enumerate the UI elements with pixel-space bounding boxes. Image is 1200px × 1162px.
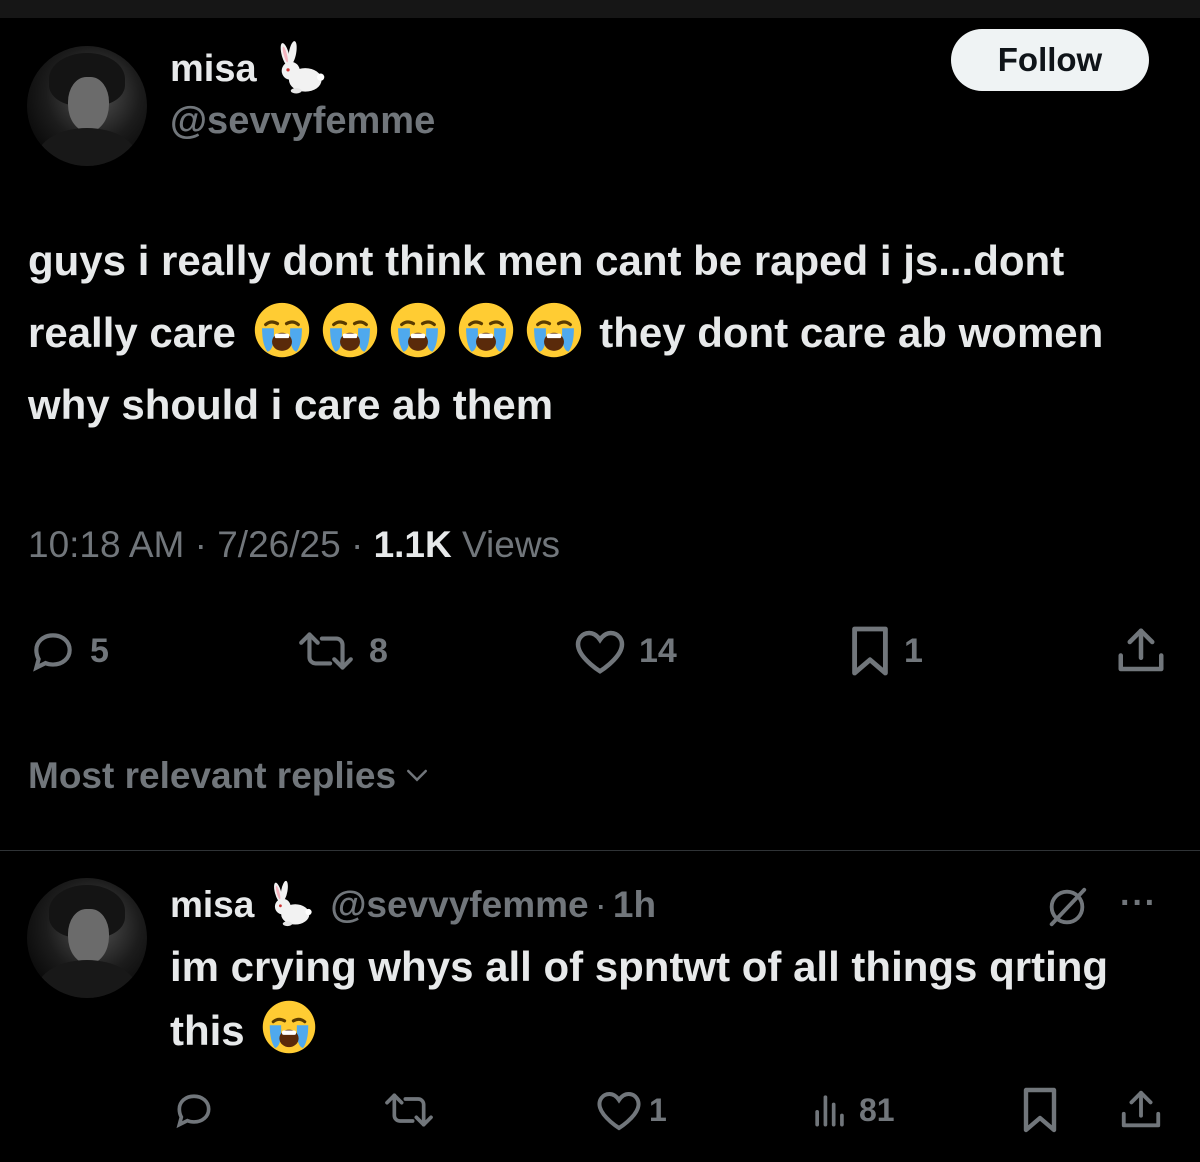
share-icon [1121,1090,1161,1128]
heart-icon [575,630,625,674]
views-icon [815,1095,844,1127]
repost-icon [299,632,353,670]
repost-icon [385,1093,433,1127]
rabbit-emoji-icon [269,40,327,98]
follow-button[interactable]: Follow [951,29,1149,91]
loudly-crying-face-icon [389,301,447,359]
loudly-crying-face-icon [253,301,311,359]
reply-sort-selector[interactable]: Most relevant replies [28,755,434,797]
post-time[interactable]: 10:18 AM [28,524,184,565]
reply-reply-button[interactable] [172,1088,216,1132]
like-count: 14 [639,631,677,670]
loudly-crying-face-icon [261,999,317,1055]
reply-views-button[interactable]: 81 [805,1088,895,1132]
bookmark-icon [1023,1087,1057,1133]
more-options-button[interactable]: ··· [1120,884,1157,923]
reply-button[interactable]: 5 [28,626,109,676]
reply-like-button[interactable]: 1 [595,1088,667,1132]
meta-separator: · [350,524,364,565]
post-meta: 10:18 AM · 7/26/25 · 1.1K Views [28,524,560,566]
reply-count: 5 [90,631,109,670]
share-button[interactable] [1114,623,1168,679]
reply-separator: · [594,884,607,925]
reply-views-count: 81 [859,1091,895,1128]
loudly-crying-face-icon [525,301,583,359]
share-icon [1118,628,1164,672]
reply-author-avatar[interactable] [27,878,147,998]
reply-repost-button[interactable] [381,1088,437,1132]
repost-button[interactable]: 8 [295,626,388,676]
crying-emoji-row [248,309,588,356]
loudly-crying-face-icon [457,301,515,359]
reply-icon [176,1094,211,1129]
author-display-name: misa [170,47,257,90]
reply-bookmark-button[interactable] [1020,1086,1060,1134]
divider [0,850,1200,851]
heart-icon [597,1091,641,1131]
reply-like-count: 1 [649,1091,667,1128]
author-handle[interactable]: @sevvyfemme [170,100,435,143]
loudly-crying-face-icon [321,301,379,359]
reply-share-button[interactable] [1118,1086,1164,1134]
bookmark-count: 1 [904,631,923,670]
repost-count: 8 [369,631,388,670]
bookmark-icon [852,626,888,676]
bookmark-button[interactable]: 1 [848,624,923,678]
reply-sort-label: Most relevant replies [28,755,397,796]
author-avatar[interactable] [27,46,147,166]
reply-text: im crying whys all of spntwt of all thin… [170,935,1150,1063]
post-text: guys i really dont think men cant be rap… [28,225,1178,441]
chevron-down-icon [407,769,428,782]
author-name-row[interactable]: misa [170,40,327,98]
rabbit-emoji-icon [264,880,314,930]
reply-author-handle[interactable]: @sevvyfemme [330,884,588,926]
meta-separator: · [194,524,207,565]
like-button[interactable]: 14 [573,626,677,676]
reply-icon [33,633,72,672]
post-date[interactable]: 7/26/25 [217,524,340,565]
reply-author-name[interactable]: misa [170,884,254,926]
reply-header: misa @sevvyfemme · 1h [170,880,656,930]
reply-time[interactable]: 1h [613,884,656,926]
views-count: 1.1K [373,524,452,565]
top-strip [0,0,1200,18]
views-label: Views [462,524,561,565]
grok-icon[interactable] [1044,884,1090,930]
